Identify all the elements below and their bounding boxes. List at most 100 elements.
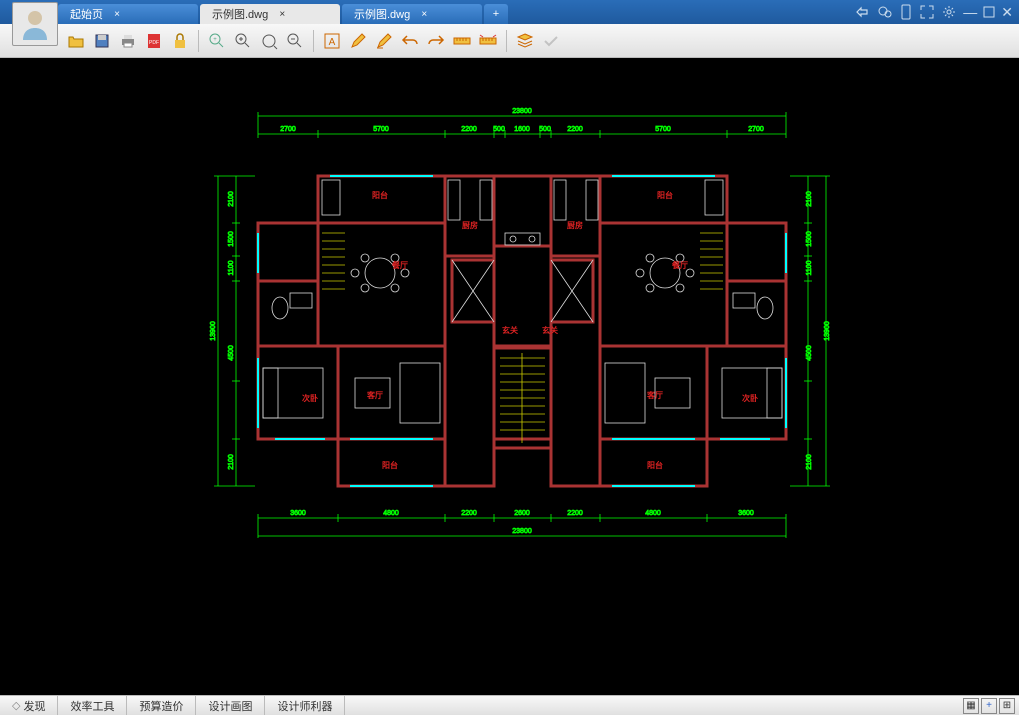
close-icon[interactable]: ✕: [1001, 4, 1013, 21]
tab-strip: 起始页 × 示例图.dwg × 示例图.dwg × +: [58, 0, 508, 24]
svg-text:2200: 2200: [461, 510, 477, 517]
svg-text:4800: 4800: [383, 510, 399, 517]
tab-label: 示例图.dwg: [212, 6, 268, 22]
svg-text:2200: 2200: [567, 126, 583, 133]
nav-designer[interactable]: 设计师利器: [265, 696, 345, 715]
svg-text:2100: 2100: [806, 191, 813, 207]
svg-text:1500: 1500: [228, 231, 235, 247]
text-button[interactable]: A: [320, 29, 344, 53]
floor-plan: 23800 2700 5700 2200 500 1600 500 2200 5…: [0, 58, 1019, 695]
svg-text:阳台: 阳台: [382, 460, 398, 470]
svg-text:1100: 1100: [806, 260, 813, 275]
svg-text:PDF: PDF: [149, 40, 159, 46]
svg-text:客厅: 客厅: [366, 390, 383, 400]
tab-dwg-2[interactable]: 示例图.dwg ×: [342, 4, 482, 24]
drawing-canvas[interactable]: 23800 2700 5700 2200 500 1600 500 2200 5…: [0, 58, 1019, 695]
tab-dwg-1[interactable]: 示例图.dwg ×: [200, 4, 340, 24]
zoom-window-button[interactable]: +: [205, 29, 229, 53]
close-icon[interactable]: ×: [111, 8, 123, 20]
undo-button[interactable]: [398, 29, 422, 53]
view-tile-icon[interactable]: ⊞: [999, 698, 1015, 714]
svg-text:3600: 3600: [738, 510, 754, 517]
nav-design[interactable]: 设计画图: [196, 696, 265, 715]
svg-text:2100: 2100: [806, 454, 813, 470]
window-controls: — ✕: [855, 0, 1019, 24]
view-controls: ▦ + ⊞: [963, 698, 1019, 714]
measure-chain-button[interactable]: [476, 29, 500, 53]
svg-text:阳台: 阳台: [647, 460, 663, 470]
view-list-icon[interactable]: ▦: [963, 698, 979, 714]
lock-button[interactable]: [168, 29, 192, 53]
maximize-icon[interactable]: [983, 6, 995, 18]
tab-start[interactable]: 起始页 ×: [58, 4, 198, 24]
svg-text:3600: 3600: [290, 510, 306, 517]
svg-text:2100: 2100: [228, 454, 235, 470]
title-bar: 起始页 × 示例图.dwg × 示例图.dwg × + — ✕: [0, 0, 1019, 24]
user-avatar[interactable]: [12, 2, 58, 46]
redo-button[interactable]: [424, 29, 448, 53]
svg-text:23800: 23800: [512, 108, 532, 115]
minimize-icon[interactable]: —: [963, 4, 977, 20]
svg-text:+: +: [213, 37, 217, 43]
svg-text:4800: 4800: [645, 510, 661, 517]
toolbar: PDF + A: [0, 24, 1019, 58]
zoom-out-button[interactable]: [283, 29, 307, 53]
share-icon[interactable]: [855, 4, 871, 20]
svg-text:23800: 23800: [512, 528, 532, 535]
tab-add-button[interactable]: +: [484, 4, 508, 24]
save-button[interactable]: [90, 29, 114, 53]
svg-text:2700: 2700: [748, 126, 764, 133]
separator: [313, 30, 314, 52]
svg-text:餐厅: 餐厅: [671, 260, 688, 270]
nav-discover[interactable]: ◇发现: [0, 696, 58, 715]
svg-text:2200: 2200: [567, 510, 583, 517]
svg-text:餐厅: 餐厅: [391, 260, 408, 270]
close-icon[interactable]: ×: [276, 8, 288, 20]
svg-text:1100: 1100: [228, 260, 235, 275]
svg-text:次卧: 次卧: [742, 393, 758, 403]
svg-text:A: A: [329, 37, 336, 48]
pencil-button[interactable]: [346, 29, 370, 53]
print-button[interactable]: [116, 29, 140, 53]
pdf-button[interactable]: PDF: [142, 29, 166, 53]
separator: [506, 30, 507, 52]
open-button[interactable]: [64, 29, 88, 53]
svg-text:13900: 13900: [210, 321, 217, 341]
svg-text:2200: 2200: [461, 126, 477, 133]
measure-button[interactable]: [450, 29, 474, 53]
svg-text:厨房: 厨房: [462, 220, 478, 230]
svg-text:500: 500: [493, 126, 505, 133]
svg-text:客厅: 客厅: [646, 390, 663, 400]
svg-text:2700: 2700: [280, 126, 296, 133]
svg-text:5700: 5700: [655, 126, 671, 133]
check-button[interactable]: [539, 29, 563, 53]
mobile-icon[interactable]: [899, 4, 913, 20]
gear-icon[interactable]: [941, 4, 957, 20]
svg-text:次卧: 次卧: [302, 393, 318, 403]
svg-text:2600: 2600: [514, 510, 530, 517]
svg-text:厨房: 厨房: [567, 220, 583, 230]
svg-text:4500: 4500: [806, 345, 813, 361]
layers-button[interactable]: [513, 29, 537, 53]
close-icon[interactable]: ×: [418, 8, 430, 20]
status-bar: ◇发现 效率工具 预算造价 设计画图 设计师利器 ▦ + ⊞: [0, 695, 1019, 715]
highlight-button[interactable]: [372, 29, 396, 53]
svg-text:500: 500: [539, 126, 551, 133]
svg-text:1500: 1500: [806, 231, 813, 247]
fullscreen-icon[interactable]: [919, 4, 935, 20]
tab-label: 起始页: [70, 6, 103, 22]
zoom-fit-button[interactable]: [257, 29, 281, 53]
svg-text:5700: 5700: [373, 126, 389, 133]
svg-text:阳台: 阳台: [372, 190, 388, 200]
separator: [198, 30, 199, 52]
nav-efficiency[interactable]: 效率工具: [58, 696, 127, 715]
tab-label: 示例图.dwg: [354, 6, 410, 22]
svg-text:玄关: 玄关: [542, 325, 558, 335]
svg-text:4500: 4500: [228, 345, 235, 361]
svg-text:1600: 1600: [514, 126, 530, 133]
svg-text:阳台: 阳台: [657, 190, 673, 200]
nav-budget[interactable]: 预算造价: [127, 696, 196, 715]
view-add-icon[interactable]: +: [981, 698, 997, 714]
wechat-icon[interactable]: [877, 4, 893, 20]
zoom-in-button[interactable]: [231, 29, 255, 53]
